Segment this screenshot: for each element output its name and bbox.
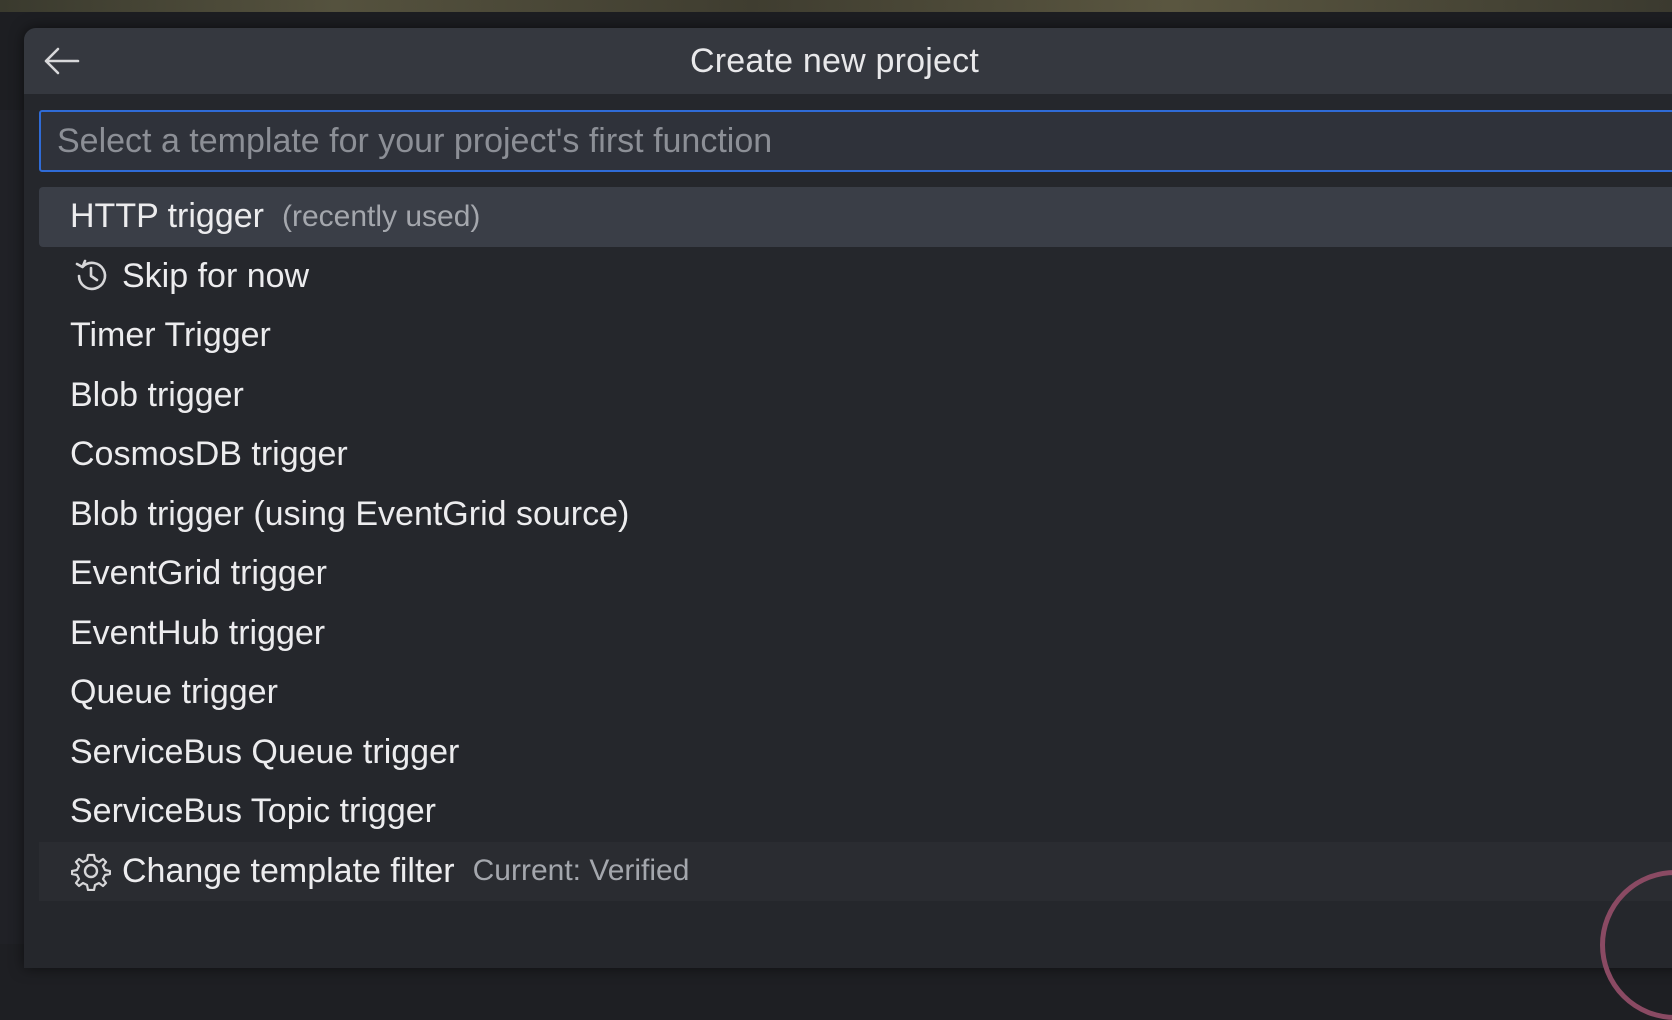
list-item-timer-trigger[interactable]: Timer Trigger xyxy=(39,306,1672,366)
item-label: ServiceBus Queue trigger xyxy=(70,732,460,771)
item-label: Blob trigger (using EventGrid source) xyxy=(70,494,630,533)
item-label: EventGrid trigger xyxy=(70,554,327,593)
dialog-title: Create new project xyxy=(690,42,979,80)
arrow-left-icon xyxy=(44,47,80,75)
dialog-header: Create new project xyxy=(24,28,1672,94)
item-label: EventHub trigger xyxy=(70,613,326,652)
list-item-cosmosdb-trigger[interactable]: CosmosDB trigger xyxy=(39,425,1672,485)
item-label: Skip for now xyxy=(122,256,310,295)
list-item-eventgrid-trigger[interactable]: EventGrid trigger xyxy=(39,544,1672,604)
list-item-blob-trigger-eventgrid[interactable]: Blob trigger (using EventGrid source) xyxy=(39,485,1672,545)
quick-pick-dialog: Create new project HTTP trigger (recentl… xyxy=(24,28,1672,968)
list-item-change-template-filter[interactable]: Change template filter Current: Verified xyxy=(39,841,1672,901)
item-label: Change template filter xyxy=(122,851,455,890)
list-item-skip-for-now[interactable]: Skip for now xyxy=(39,247,1672,307)
list-item-servicebus-topic-trigger[interactable]: ServiceBus Topic trigger xyxy=(39,782,1672,842)
item-label: Timer Trigger xyxy=(70,316,271,355)
editor-side-edge xyxy=(0,110,24,944)
gear-icon xyxy=(70,850,112,892)
item-label: CosmosDB trigger xyxy=(70,435,348,474)
list-item-blob-trigger[interactable]: Blob trigger xyxy=(39,366,1672,426)
history-icon xyxy=(70,255,112,297)
list-item-eventhub-trigger[interactable]: EventHub trigger xyxy=(39,604,1672,664)
item-description: Current: Verified xyxy=(472,854,690,888)
item-label: HTTP trigger xyxy=(70,197,264,236)
desktop-background-strip xyxy=(0,0,1672,12)
template-list: HTTP trigger (recently used) Skip for no… xyxy=(39,187,1672,901)
list-item-http-trigger[interactable]: HTTP trigger (recently used) xyxy=(39,187,1672,247)
item-label: Blob trigger xyxy=(70,375,244,414)
back-button[interactable] xyxy=(42,44,80,78)
item-label: Queue trigger xyxy=(70,673,278,712)
template-search-input[interactable] xyxy=(39,110,1672,172)
item-label: ServiceBus Topic trigger xyxy=(70,792,436,831)
list-item-servicebus-queue-trigger[interactable]: ServiceBus Queue trigger xyxy=(39,723,1672,783)
item-description: (recently used) xyxy=(281,199,481,233)
list-item-queue-trigger[interactable]: Queue trigger xyxy=(39,663,1672,723)
